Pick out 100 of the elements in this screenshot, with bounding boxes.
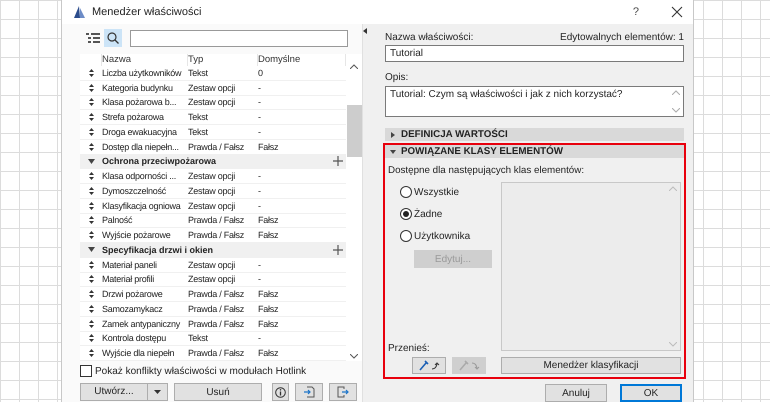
scroll-up-icon[interactable]: [350, 64, 358, 69]
drag-handle-icon[interactable]: [88, 98, 94, 106]
plus-icon[interactable]: [333, 156, 343, 166]
group-name: Specyfikacja drzwi i okien: [102, 244, 214, 255]
list-view-icon[interactable]: [86, 32, 100, 44]
arrow-icon: [430, 362, 440, 370]
table-cell-text: Palność: [102, 215, 134, 226]
scroll-down-icon[interactable]: [350, 354, 358, 359]
table-cell-text: 0: [258, 68, 264, 78]
drag-handle-icon[interactable]: [88, 304, 94, 313]
drag-handle-icon[interactable]: [88, 128, 94, 136]
field-label: Opis:: [385, 72, 408, 83]
table-cell-text: Prawda / Fałsz: [188, 304, 246, 314]
scrollbar-thumb[interactable]: [346, 105, 362, 157]
table-cell-text: Zestaw opcji: [188, 186, 236, 196]
drag-handle-icon[interactable]: [88, 202, 94, 210]
create-button[interactable]: Utwórz...: [80, 383, 168, 401]
table-cell-text: Fałsz: [258, 215, 280, 226]
radio-label: Wszystkie: [414, 186, 459, 198]
table-cell-text: Tekst: [188, 68, 209, 78]
table-cell-text: Fałsz: [258, 230, 280, 240]
info-button[interactable]: [272, 383, 289, 401]
radio-button[interactable]: [400, 186, 412, 198]
table-cell-text: -: [258, 186, 262, 196]
checkbox[interactable]: [80, 365, 92, 377]
table-cell-text: Kategoria budynku: [102, 82, 174, 93]
name-field[interactable]: Tutorial: [385, 45, 684, 62]
caret-icon[interactable]: [390, 148, 396, 154]
caret-icon[interactable]: [88, 158, 94, 164]
table-cell-text: Samozamykacz: [102, 304, 164, 314]
drag-handle-icon[interactable]: [88, 320, 94, 328]
table-cell-text: Tekst: [188, 112, 209, 122]
table-cell-text: Prawda / Fałsz: [188, 289, 246, 300]
drag-handle-icon[interactable]: [88, 172, 94, 180]
table-cell-text: Fałsz: [258, 348, 280, 358]
table-cell-text: Zestaw opcji: [188, 274, 236, 284]
drag-handle-icon[interactable]: [88, 334, 94, 342]
caret-icon[interactable]: [390, 132, 396, 138]
caret-icon[interactable]: [154, 390, 161, 394]
table-cell-text: Kontrola dostępu: [102, 333, 168, 344]
table-cell-text: Drzwi pożarowe: [102, 289, 164, 300]
table-cell-text: Prawda / Fałsz: [188, 230, 246, 240]
drag-handle-icon[interactable]: [88, 186, 94, 195]
drag-handle-icon[interactable]: [88, 275, 94, 284]
checkbox-label: Pokaż konflikty właściwości w modułach Hotlink: [95, 366, 306, 376]
radio-button[interactable]: [400, 208, 412, 220]
column-header: Typ: [188, 54, 258, 66]
arrow-icon: [470, 362, 480, 370]
table-cell-text: Klasa pożarowa b...: [102, 97, 178, 108]
delete-button[interactable]: Usuń: [174, 383, 262, 401]
column-header: Nazwa: [102, 54, 188, 66]
table-cell-text: Fałsz: [258, 304, 280, 314]
drag-handle-icon[interactable]: [88, 142, 94, 151]
table-cell-text: -: [258, 126, 262, 137]
import-button[interactable]: [295, 383, 323, 401]
drag-handle-icon[interactable]: [88, 260, 94, 269]
table-cell-text: Wyjście pożarowe: [102, 230, 172, 240]
table-cell-text: Dostęp dla niepełn...: [102, 142, 180, 152]
table-cell-text: Liczba użytkowników: [102, 68, 182, 78]
table-cell-text: -: [258, 112, 262, 122]
window-title: Menedżer właściwości: [92, 6, 202, 18]
table-cell-text: -: [258, 82, 262, 93]
table-cell-text: -: [258, 274, 262, 284]
table-cell-text: Tekst: [188, 333, 209, 344]
section-header[interactable]: POWIĄZANE KLASY ELEMENTÓW: [385, 145, 684, 158]
drag-handle-icon[interactable]: [88, 231, 94, 240]
classification-manager-button[interactable]: Menedżer klasyfikacji: [501, 357, 681, 374]
dialog-button[interactable]: OK: [620, 384, 682, 402]
section-text: Dostępne dla następujących klas elementów:: [388, 165, 586, 176]
table-cell-text: Fałsz: [258, 289, 280, 300]
drag-handle-icon[interactable]: [88, 84, 94, 92]
plus-icon[interactable]: [333, 244, 343, 255]
radio-button[interactable]: [400, 230, 412, 242]
drag-handle-icon[interactable]: [88, 216, 94, 224]
transfer-button[interactable]: [412, 357, 446, 374]
table-cell-text: Zestaw opcji: [188, 97, 236, 108]
dialog-button[interactable]: Anuluj: [545, 384, 607, 402]
table-cell-text: Tekst: [188, 126, 209, 137]
group-name: Ochrona przeciwpożarowa: [102, 156, 218, 166]
caret-icon[interactable]: [88, 247, 94, 252]
close-icon[interactable]: [671, 6, 683, 18]
table-cell-text: Dymoszczelność: [102, 186, 168, 196]
drag-handle-icon[interactable]: [88, 68, 94, 77]
table-cell-text: -: [258, 171, 262, 182]
export-button[interactable]: [329, 383, 357, 401]
search-button[interactable]: [104, 29, 122, 47]
radio-label: Użytkownika: [414, 230, 470, 242]
drag-handle-icon[interactable]: [88, 290, 94, 298]
table-cell-text: Wyjście dla niepełn: [102, 348, 176, 358]
table-cell-text: Zestaw opcji: [188, 200, 236, 211]
help-button[interactable]: ?: [632, 6, 639, 18]
table-cell-text: Prawda / Fałsz: [188, 215, 246, 226]
search-field[interactable]: [130, 30, 348, 46]
table-cell-text: -: [258, 260, 262, 270]
search-icon: [107, 32, 119, 44]
table-cell-text: Strefa pożarowa: [102, 112, 165, 122]
drag-handle-icon[interactable]: [88, 113, 94, 122]
section-header[interactable]: DEFINICJA WARTOŚCI: [385, 128, 684, 141]
drag-handle-icon[interactable]: [88, 349, 94, 358]
table-cell-text: Zamek antypaniczny: [102, 318, 182, 329]
